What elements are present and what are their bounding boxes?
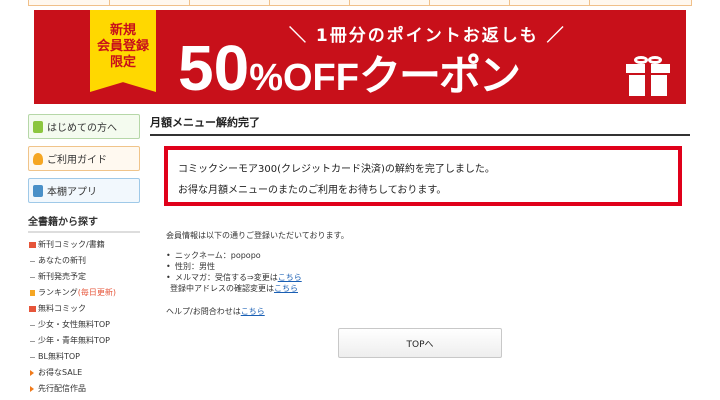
sidebar-heading: 全書籍から探す (28, 213, 140, 233)
arrow-icon (30, 386, 34, 392)
sidebar-button-label: ご利用ガイド (47, 155, 107, 166)
badge-line-1: 新規 (109, 23, 136, 38)
sidebar-item-label: 新刊コミック/書籍 (38, 240, 105, 249)
sidebar-item-note: (毎日更新) (77, 288, 117, 297)
sidebar-item-bl-free[interactable]: BL無料TOP (28, 349, 140, 365)
nickname-item: ニックネーム：popopo (166, 250, 690, 261)
sidebar-item-sale[interactable]: お得なSALE (28, 365, 140, 381)
dash-icon (30, 341, 35, 342)
sidebar-button-app[interactable]: 本棚アプリ (28, 178, 140, 203)
sidebar-item-label: 少女・女性無料TOP (38, 320, 111, 329)
sidebar-item-label: お得なSALE (38, 368, 83, 377)
sidebar-item-label: 先行配信作品 (38, 384, 86, 393)
cancellation-notice: コミックシーモア300(クレジットカード決済)の解約を完了しました。 お得な月額… (164, 146, 682, 206)
mailmag-change-link[interactable]: こちら (278, 273, 302, 282)
sidebar-button-label: はじめての方へ (47, 123, 117, 134)
sidebar-button-guide[interactable]: ご利用ガイド (28, 146, 140, 171)
member-info-list: ニックネーム：popopo 性別：男性 メルマガ：受信する⇒変更はこちら (166, 250, 690, 283)
gender-text: 性別：男性 (175, 262, 215, 271)
sidebar-item-upcoming[interactable]: 新刊発売予定 (28, 269, 140, 285)
help-text: ヘルプ/お問合わせは (166, 307, 241, 316)
banner-percent: 50 (178, 32, 250, 104)
sidebar-button-label: 本棚アプリ (47, 187, 97, 198)
main-content: 月額メニュー解約完了 コミックシーモア300(クレジットカード決済)の解約を完了… (150, 114, 690, 358)
help-row: ヘルプ/お問合わせはこちら (166, 306, 690, 318)
lightbulb-icon (33, 153, 43, 165)
sidebar-item-label: あなたの新刊 (38, 256, 86, 265)
sidebar-item-your-new[interactable]: あなたの新刊 (28, 253, 140, 269)
dash-icon (30, 277, 35, 278)
sidebar-item-shojo-free[interactable]: 少女・女性無料TOP (28, 317, 140, 333)
arrow-icon (30, 370, 34, 376)
gift-icon (626, 56, 670, 96)
nickname-text: ニックネーム：popopo (175, 251, 261, 260)
sidebar-button-beginners[interactable]: はじめての方へ (28, 114, 140, 139)
member-info-intro: 会員情報は以下の通りご登録いただいております。 (166, 231, 349, 240)
notice-line-1: コミックシーモア300(クレジットカード決済)の解約を完了しました。 (178, 164, 495, 175)
free-icon (29, 306, 36, 312)
sidebar-item-ranking[interactable]: ランキング(毎日更新) (28, 285, 140, 301)
badge-line-2: 会員登録 (96, 39, 149, 54)
top-nav-strip (28, 0, 692, 6)
help-link[interactable]: こちら (241, 307, 265, 316)
address-text: 登録中アドレスの確認変更は (170, 284, 274, 293)
address-change-link[interactable]: こちら (274, 284, 298, 293)
dash-icon (30, 357, 35, 358)
sidebar-item-label: 少年・青年無料TOP (38, 336, 111, 345)
sidebar: はじめての方へ ご利用ガイド 本棚アプリ 全書籍から探す 新刊コミック/書籍 あ… (28, 114, 140, 397)
new-icon (29, 242, 36, 248)
address-row: 登録中アドレスの確認変更はこちら (166, 283, 690, 294)
new-member-badge: 新規 会員登録 限定 (90, 10, 156, 92)
banner-percent-sign: % (249, 57, 283, 99)
sidebar-item-label: 新刊発売予定 (38, 272, 86, 281)
sidebar-item-shonen-free[interactable]: 少年・青年無料TOP (28, 333, 140, 349)
coupon-banner[interactable]: 新規 会員登録 限定 ＼ 1冊分のポイントお返しも ／ 50%OFFクーポン (34, 10, 686, 104)
banner-coupon: クーポン (358, 51, 521, 100)
sidebar-item-label: 無料コミック (38, 304, 86, 313)
book-icon (33, 121, 43, 133)
sidebar-item-new-releases[interactable]: 新刊コミック/書籍 (28, 237, 140, 253)
page-title: 月額メニュー解約完了 (150, 114, 690, 136)
dash-icon (30, 325, 35, 326)
phone-icon (33, 185, 43, 197)
top-button[interactable]: TOPへ (338, 328, 502, 358)
gender-item: 性別：男性 (166, 261, 690, 272)
sidebar-item-label: BL無料TOP (38, 352, 80, 361)
crown-icon (30, 290, 35, 296)
banner-off: OFF (282, 57, 359, 99)
mailmag-text: メルマガ：受信する⇒変更は (175, 273, 278, 282)
mailmag-item: メルマガ：受信する⇒変更はこちら (166, 272, 690, 283)
banner-headline: 50%OFFクーポン (178, 32, 521, 104)
sidebar-item-free-comics[interactable]: 無料コミック (28, 301, 140, 317)
dash-icon (30, 261, 35, 262)
sidebar-item-label: ランキング (38, 288, 78, 297)
sidebar-item-early-release[interactable]: 先行配信作品 (28, 381, 140, 397)
badge-line-3: 限定 (109, 55, 136, 70)
sidebar-menu: 新刊コミック/書籍 あなたの新刊 新刊発売予定 ランキング(毎日更新) 無料コミ… (28, 237, 140, 397)
notice-line-2: お得な月額メニューのまたのご利用をお待ちしております。 (178, 185, 447, 196)
member-info: 会員情報は以下の通りご登録いただいております。 ニックネーム：popopo 性別… (166, 230, 690, 318)
